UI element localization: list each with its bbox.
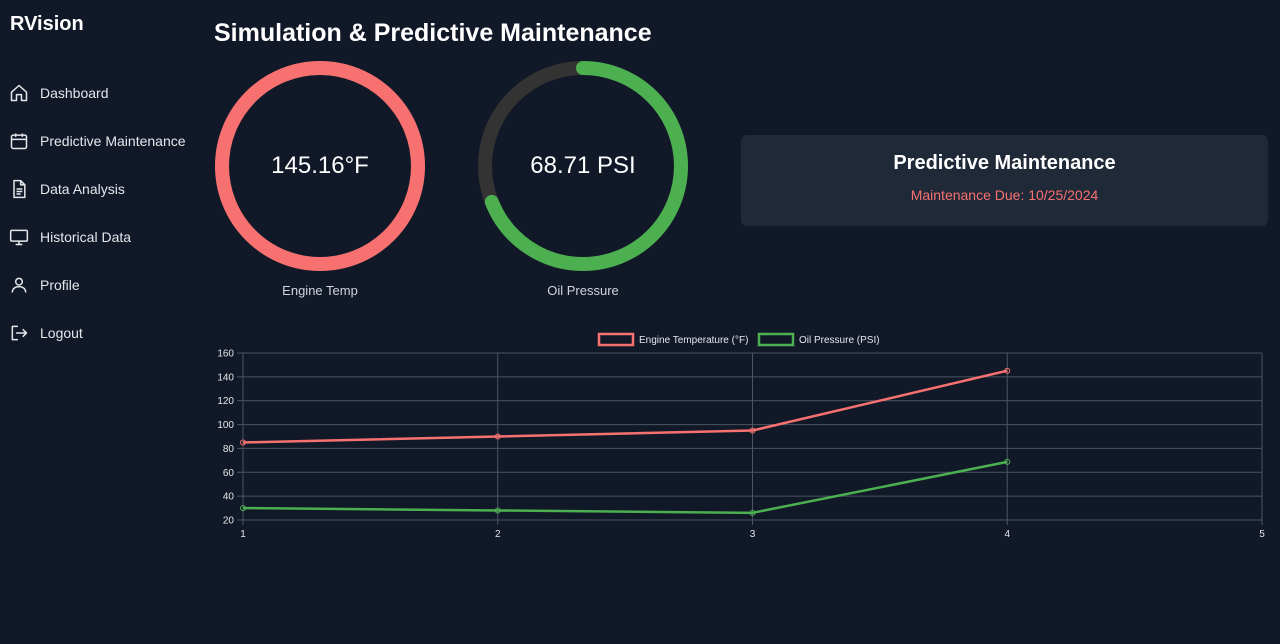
engine-temp-gauge: 145.16°F xyxy=(214,60,426,272)
legend-label: Engine Temperature (°F) xyxy=(639,335,748,346)
sidebar-item-data-analysis[interactable]: Data Analysis xyxy=(0,165,200,213)
sidebar-item-label: Dashboard xyxy=(40,85,109,101)
predictive-maintenance-card: Predictive Maintenance Maintenance Due: … xyxy=(741,135,1268,226)
legend-swatch xyxy=(757,332,795,347)
sidebar-item-profile[interactable]: Profile xyxy=(0,261,200,309)
home-icon xyxy=(10,84,28,102)
sidebar-item-logout[interactable]: Logout xyxy=(0,309,200,357)
legend-swatch xyxy=(597,332,635,347)
logout-icon xyxy=(11,325,28,341)
x-tick-label: 4 xyxy=(1004,529,1010,540)
oil-pressure-label: Oil Pressure xyxy=(547,283,619,298)
sidebar-item-historical-data[interactable]: Historical Data xyxy=(0,213,200,261)
x-tick-label: 3 xyxy=(750,529,756,540)
chart-svg: 20 40 60 80 100 120 140 160 1 2 3 4 5 Engine Temperat… xyxy=(217,332,1265,540)
card-title: Predictive Maintenance xyxy=(893,152,1116,174)
y-tick-label: 160 xyxy=(217,349,234,360)
sidebar-item-label: Logout xyxy=(40,325,83,341)
x-tick-label: 2 xyxy=(495,529,501,540)
sidebar-item-label: Profile xyxy=(40,277,80,293)
oil-pressure-value: 68.71 PSI xyxy=(530,152,636,179)
sidebar-item-dashboard[interactable]: Dashboard xyxy=(0,69,200,117)
sensor-line-chart: 20 40 60 80 100 120 140 160 1 2 3 4 5 Engine Temperat… xyxy=(200,325,1280,550)
calendar-icon xyxy=(10,133,28,150)
x-tick-label: 5 xyxy=(1259,529,1265,540)
y-tick-label: 120 xyxy=(217,396,234,407)
y-tick-label: 60 xyxy=(223,468,235,479)
oil-pressure-gauge: 68.71 PSI xyxy=(477,60,689,272)
y-tick-label: 140 xyxy=(217,372,234,383)
series-line-engine-temp xyxy=(242,369,1008,444)
monitor-icon xyxy=(9,229,29,246)
y-tick-label: 80 xyxy=(223,444,235,455)
sidebar-item-label: Data Analysis xyxy=(40,181,125,197)
y-tick-label: 20 xyxy=(223,516,235,527)
y-tick-label: 40 xyxy=(223,492,235,503)
maintenance-due-text: Maintenance Due: 10/25/2024 xyxy=(910,187,1099,203)
engine-temp-label: Engine Temp xyxy=(282,283,358,298)
sidebar-item-label: Predictive Maintenance xyxy=(40,133,186,149)
document-icon xyxy=(13,179,26,199)
engine-temp-value: 145.16°F xyxy=(271,152,369,179)
page-title: Simulation & Predictive Maintenance xyxy=(214,19,652,47)
sidebar-item-predictive-maintenance[interactable]: Predictive Maintenance xyxy=(0,117,200,165)
x-tick-label: 1 xyxy=(240,529,246,540)
y-tick-label: 100 xyxy=(217,420,234,431)
brand-logo: RVision xyxy=(10,13,84,35)
sidebar-nav: Dashboard Predictive Maintenance Data An… xyxy=(0,69,200,357)
series-line-oil-pressure xyxy=(242,460,1008,515)
legend-label: Oil Pressure (PSI) xyxy=(799,335,880,346)
user-icon xyxy=(11,277,27,293)
sidebar-item-label: Historical Data xyxy=(40,229,132,245)
